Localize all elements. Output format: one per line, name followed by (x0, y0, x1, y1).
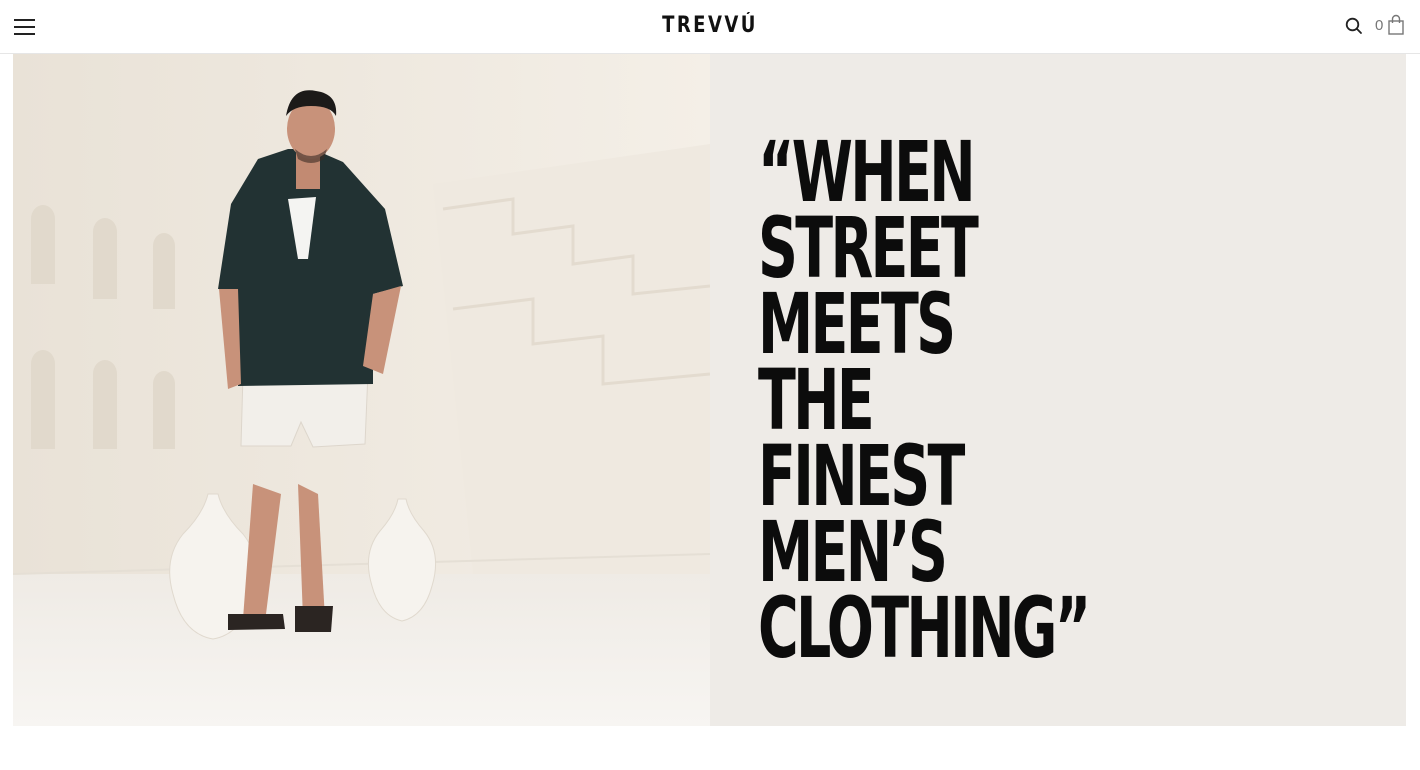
brand-logo[interactable]: TREVVÚ (128, 13, 1292, 38)
hero-quote-panel: “WHEN STREET MEETS THE FINEST MEN’S CLOT… (710, 54, 1406, 726)
cart-count[interactable]: 0 (1375, 17, 1383, 34)
shopping-bag-icon[interactable] (1387, 14, 1405, 36)
hero-image (13, 54, 710, 726)
quote-line: CLOTHING” (758, 579, 1091, 677)
site-header: TREVVÚ 0 (0, 0, 1420, 54)
hero-quote: “WHEN STREET MEETS THE FINEST MEN’S CLOT… (758, 130, 1091, 677)
hamburger-menu-icon[interactable] (14, 17, 36, 35)
search-icon[interactable] (1344, 16, 1364, 36)
hero-section: “WHEN STREET MEETS THE FINEST MEN’S CLOT… (13, 54, 1406, 726)
